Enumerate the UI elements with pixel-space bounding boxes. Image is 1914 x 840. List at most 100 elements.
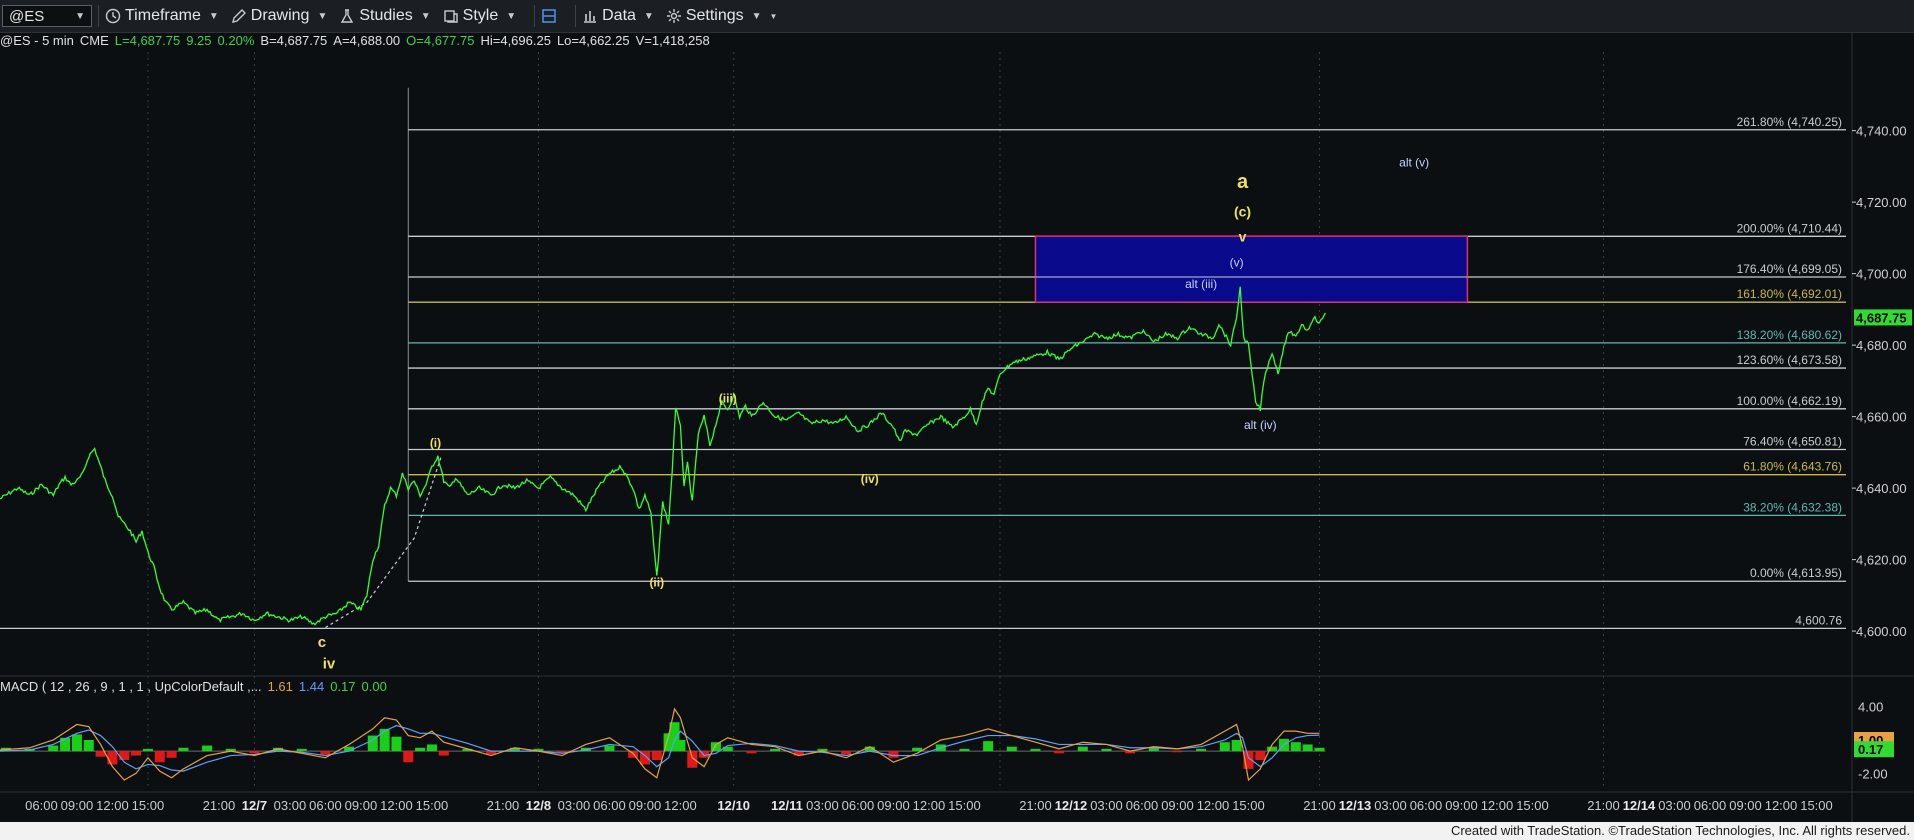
macd-histogram-bar (426, 744, 437, 752)
wave-label: v (1239, 228, 1247, 244)
time-axis-label: 12/13 (1339, 798, 1372, 813)
macd-histogram-bar (202, 745, 213, 752)
macd-histogram-bar (403, 751, 414, 763)
macd-histogram-bar (841, 751, 852, 755)
time-axis-label: 12/10 (717, 798, 750, 813)
time-axis-label: 03:00 (1658, 798, 1691, 813)
macd-zero-value: 0.00 (361, 679, 387, 694)
time-axis-label: 03:00 (806, 798, 839, 813)
time-axis-label: 09:00 (877, 798, 910, 813)
time-axis-label: 21:00 (1587, 798, 1620, 813)
time-axis-label: 03:00 (274, 798, 307, 813)
wave-label: alt (iv) (1244, 418, 1277, 432)
fib-level-label: 176.40% (4,699.05) (1737, 262, 1842, 276)
wave-label: (v) (1230, 255, 1244, 269)
price-chart[interactable]: 261.80% (4,740.25) 200.00% (4,710.44) 176.… (0, 0, 1914, 822)
wave-label: alt (v) (1399, 155, 1429, 169)
wave-label: (i) (430, 436, 441, 450)
macd-histogram-bar (675, 740, 686, 752)
time-axis-label: 06:00 (25, 798, 58, 813)
time-axis-label: 03:00 (1090, 798, 1123, 813)
macd-hist-value: 0.17 (330, 679, 356, 694)
time-axis-label: 06:00 (593, 798, 626, 813)
time-axis-label: 09:00 (1729, 798, 1762, 813)
wave-label: (ii) (649, 575, 664, 589)
macd-histogram-bar (1314, 747, 1325, 752)
support-line-label: 4,600.76 (1795, 613, 1842, 627)
macd-axis-label: 0.17 (1858, 742, 1883, 757)
macd-histogram-bar (119, 751, 130, 760)
time-axis-label: 03:00 (1374, 798, 1407, 813)
macd-histogram-bar (1290, 742, 1301, 752)
time-axis-label: 06:00 (1126, 798, 1159, 813)
macd-histogram-bar (142, 748, 153, 752)
time-axis-label: 21:00 (1303, 798, 1336, 813)
macd-histogram-bar (912, 747, 923, 752)
macd-axis-label: 4.00 (1858, 700, 1883, 715)
time-axis-label: 21:00 (1019, 798, 1052, 813)
footer-text: Created with TradeStation. ©TradeStation… (1450, 823, 1910, 838)
wave-label: a (1237, 171, 1249, 193)
time-axis-label: 12:00 (96, 798, 129, 813)
time-axis-label: 09:00 (1161, 798, 1194, 813)
macd-histogram-bar (1231, 740, 1242, 752)
macd-legend: MACD ( 12 , 26 , 9 , 1 , 1 , UpColorDefa… (0, 679, 387, 694)
macd-value: 1.61 (267, 679, 293, 694)
macd-histogram-bar (60, 737, 71, 752)
macd-histogram-bar (438, 751, 449, 756)
macd-histogram-bar (1006, 746, 1017, 752)
macd-histogram-bar (770, 748, 781, 752)
time-axis-label: 21:00 (203, 798, 236, 813)
macd-histogram-bar (1030, 748, 1041, 752)
time-axis-label: 15:00 (1516, 798, 1549, 813)
time-axis-label: 12:00 (664, 798, 697, 813)
time-axis-label: 06:00 (842, 798, 875, 813)
time-axis-label: 03:00 (558, 798, 591, 813)
macd-histogram-bar (415, 747, 426, 752)
fib-level-label: 123.60% (4,673.58) (1737, 353, 1842, 367)
macd-title: MACD ( 12 , 26 , 9 , 1 , 1 , UpColorDefa… (0, 679, 262, 694)
macd-histogram-bar (83, 740, 94, 752)
macd-histogram-bar (1101, 748, 1112, 752)
fib-level-label: 61.80% (4,643.76) (1743, 460, 1842, 474)
price-axis-label: 4,620.00 (1856, 553, 1907, 568)
macd-signal-value: 1.44 (298, 679, 325, 694)
macd-histogram-bar (959, 748, 970, 752)
time-axis-label: 06:00 (1694, 798, 1727, 813)
time-axis-label: 12:00 (1765, 798, 1798, 813)
time-axis-label: 09:00 (629, 798, 662, 813)
macd-histogram-bar (296, 748, 307, 752)
price-axis-label: 4,660.00 (1856, 410, 1907, 425)
macd-histogram-bar (651, 751, 662, 760)
price-line (0, 286, 1326, 626)
macd-histogram-bar (746, 751, 757, 754)
wave-trend-dashed-line (325, 455, 442, 629)
time-axis-label: 12/11 (771, 798, 803, 813)
macd-histogram-bar (1219, 742, 1230, 752)
macd-histogram-bar (1054, 751, 1065, 754)
time-axis-label: 15:00 (948, 798, 981, 813)
time-axis-label: 09:00 (345, 798, 378, 813)
macd-histogram-bar (154, 751, 165, 763)
fib-level-label: 0.00% (4,613.95) (1750, 566, 1842, 580)
macd-line (0, 707, 1320, 782)
macd-histogram-bar (249, 751, 260, 754)
macd-histogram-bar (1172, 751, 1183, 753)
fib-level-label: 161.80% (4,692.01) (1737, 287, 1842, 301)
wave-label: alt (iii) (1185, 277, 1217, 291)
wave-label: (iv) (861, 472, 879, 486)
time-axis-label: 12:00 (1197, 798, 1230, 813)
price-axis-label: 4,700.00 (1856, 267, 1907, 282)
macd-histogram-bar (107, 751, 118, 765)
macd-axis-label: -2.00 (1858, 766, 1888, 781)
macd-histogram-bar (628, 751, 639, 758)
macd-histogram-bar (604, 745, 615, 752)
price-axis-label: 4,600.00 (1856, 624, 1907, 639)
macd-histogram-bar (48, 745, 59, 752)
macd-histogram-bar (1302, 744, 1313, 752)
time-axis-label: 09:00 (1445, 798, 1478, 813)
fib-level-label: 138.20% (4,680.62) (1737, 328, 1842, 342)
time-axis-label: 12:00 (380, 798, 413, 813)
target-zone-box (1034, 235, 1469, 303)
price-axis-label: 4,720.00 (1856, 195, 1907, 210)
